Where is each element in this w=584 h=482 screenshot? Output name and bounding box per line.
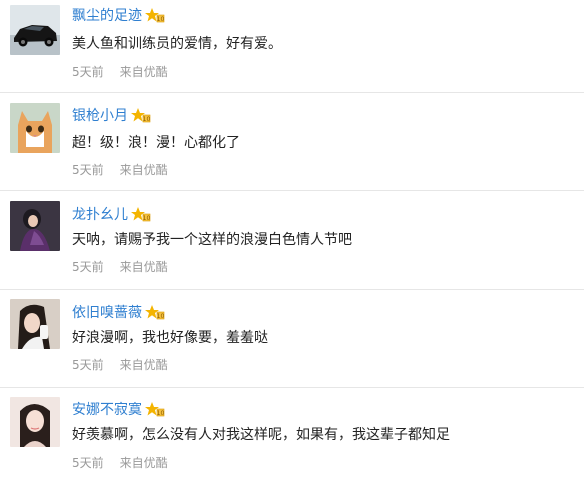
svg-text:10: 10 <box>157 313 165 320</box>
cat-avatar[interactable] <box>10 103 60 153</box>
comment-item: 银枪小月 10 超！级！浪！漫！心都化了 5天前 来自优酷 <box>0 93 584 190</box>
woman-avatar[interactable] <box>10 201 60 251</box>
comment-meta: 5天前 来自优酷 <box>72 455 168 471</box>
comment-time: 5天前 <box>72 260 104 274</box>
comment-item: 依旧嗅蔷薇 10 好浪漫啊，我也好像要，羞羞哒 5天前 来自优酷 <box>0 290 584 387</box>
svg-text:10: 10 <box>157 410 165 417</box>
comment-list: 飘尘的足迹 10 美人鱼和训练员的爱情，好有爱。 5天前 来自优酷 银枪小月 10 超… <box>0 0 584 482</box>
comment-meta: 5天前 来自优酷 <box>72 259 168 275</box>
comment-time: 5天前 <box>72 65 104 79</box>
username[interactable]: 飘尘的足迹 10 <box>72 7 165 25</box>
car-avatar[interactable] <box>10 5 60 55</box>
comment-item: 龙扑幺儿 10 天呐，请赐予我一个这样的浪漫白色情人节吧 5天前 来自优酷 <box>0 191 584 289</box>
username-text[interactable]: 依旧嗅蔷薇 <box>72 305 142 321</box>
comment-meta: 5天前 来自优酷 <box>72 162 168 178</box>
username-text[interactable]: 安娜不寂寞 <box>72 402 142 418</box>
comment-text: 超！级！浪！漫！心都化了 <box>72 135 240 151</box>
comment-item: 飘尘的足迹 10 美人鱼和训练员的爱情，好有爱。 5天前 来自优酷 <box>0 0 584 92</box>
comment-time: 5天前 <box>72 456 104 470</box>
vip-badge-icon: 10 <box>144 304 165 320</box>
comment-text: 天呐，请赐予我一个这样的浪漫白色情人节吧 <box>72 232 352 248</box>
comment-time: 5天前 <box>72 358 104 372</box>
comment-source: 来自优酷 <box>119 65 168 79</box>
comment-text: 好浪漫啊，我也好像要，羞羞哒 <box>72 330 268 346</box>
svg-text:10: 10 <box>157 16 165 23</box>
comment-text: 好羡慕啊，怎么没有人对我这样呢，如果有，我这辈子都知足 <box>72 427 450 443</box>
girl-avatar[interactable] <box>10 299 60 349</box>
vip-badge-icon: 10 <box>144 7 165 23</box>
vip-badge-icon: 10 <box>130 206 151 222</box>
comment-source: 来自优酷 <box>119 163 168 177</box>
username[interactable]: 龙扑幺儿 10 <box>72 206 151 224</box>
comment-source: 来自优酷 <box>119 358 168 372</box>
vip-badge-icon: 10 <box>130 107 151 123</box>
svg-text:10: 10 <box>143 215 151 222</box>
comment-text: 美人鱼和训练员的爱情，好有爱。 <box>72 36 282 52</box>
username-text[interactable]: 银枪小月 <box>72 108 128 124</box>
username[interactable]: 安娜不寂寞 10 <box>72 401 165 419</box>
comment-source: 来自优酷 <box>119 260 168 274</box>
comment-meta: 5天前 来自优酷 <box>72 64 168 80</box>
username[interactable]: 银枪小月 10 <box>72 107 151 125</box>
selfie-avatar[interactable] <box>10 397 60 447</box>
comment-source: 来自优酷 <box>119 456 168 470</box>
vip-badge-icon: 10 <box>144 401 165 417</box>
comment-meta: 5天前 来自优酷 <box>72 357 168 373</box>
username-text[interactable]: 龙扑幺儿 <box>72 207 128 223</box>
username[interactable]: 依旧嗅蔷薇 10 <box>72 304 165 322</box>
comment-time: 5天前 <box>72 163 104 177</box>
svg-text:10: 10 <box>143 116 151 123</box>
comment-item: 安娜不寂寞 10 好羡慕啊，怎么没有人对我这样呢，如果有，我这辈子都知足 5天前 来… <box>0 388 584 482</box>
username-text[interactable]: 飘尘的足迹 <box>72 8 142 24</box>
